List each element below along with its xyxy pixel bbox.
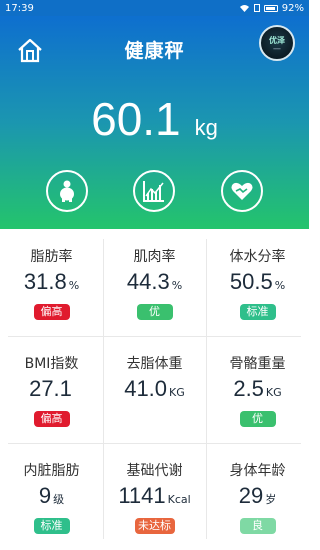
weight-unit: kg xyxy=(194,115,218,140)
chart-icon xyxy=(143,181,164,202)
metric-value: 27.1 xyxy=(29,376,72,401)
metric-label: 骨骼重量 xyxy=(229,356,286,372)
metric-value: 31.8% xyxy=(23,269,80,294)
body-shape-button[interactable] xyxy=(46,170,88,212)
metric-label: 内脏脂肪 xyxy=(23,463,80,479)
weight-header: 健康秤 优泽 ━━━━ 60.1 kg xyxy=(0,16,309,229)
weight-value: 60.1 xyxy=(91,93,181,145)
status-badge: 标准 xyxy=(239,304,276,320)
metrics-grid: 脂肪率 31.8% 偏高 肌肉率 44.3% 优 体水分率 50.5% 标准 B… xyxy=(0,229,309,550)
metric-label: 基础代谢 xyxy=(126,463,183,479)
status-bar: 17:39 92% xyxy=(0,0,309,16)
health-heart-button[interactable] xyxy=(221,170,263,212)
metric-label: 脂肪率 xyxy=(30,249,73,265)
status-badge: 标准 xyxy=(33,518,70,534)
wifi-icon xyxy=(239,4,249,12)
status-badge: 偏高 xyxy=(33,411,70,427)
metric-body-fat[interactable]: 脂肪率 31.8% 偏高 xyxy=(0,229,103,336)
status-badge: 良 xyxy=(239,518,276,534)
sim-icon xyxy=(253,4,260,12)
metric-bmi[interactable]: BMI指数 27.1 偏高 xyxy=(0,336,103,443)
metric-muscle[interactable]: 肌肉率 44.3% 优 xyxy=(103,229,206,336)
metric-bmr[interactable]: 基础代谢 1141 Kcal 未达标 xyxy=(103,443,206,550)
metric-visceral-fat[interactable]: 内脏脂肪 9级 标准 xyxy=(0,443,103,550)
metric-label: 肌肉率 xyxy=(133,249,176,265)
metric-label: 身体年龄 xyxy=(229,463,286,479)
battery-percent: 92% xyxy=(281,2,304,14)
status-icons: 92% xyxy=(239,3,304,14)
metric-body-age[interactable]: 身体年龄 29 岁 良 xyxy=(206,443,309,550)
status-badge: 优 xyxy=(136,304,173,320)
status-badge: 优 xyxy=(239,411,276,427)
metric-value: 9级 xyxy=(38,483,65,508)
trend-chart-button[interactable] xyxy=(133,170,175,212)
metric-label: 体水分率 xyxy=(229,249,286,265)
battery-icon xyxy=(263,4,278,12)
metric-value: 29 岁 xyxy=(238,483,277,508)
avatar-logo-sub: ━━━━ xyxy=(273,47,281,51)
metric-value: 50.5% xyxy=(229,269,286,294)
metric-value: 41.0 KG xyxy=(124,376,185,401)
metric-water[interactable]: 体水分率 50.5% 标准 xyxy=(206,229,309,336)
metric-label: BMI指数 xyxy=(24,356,79,372)
status-time: 17:39 xyxy=(5,2,34,14)
status-badge: 未达标 xyxy=(134,518,175,534)
metric-value: 44.3% xyxy=(126,269,183,294)
status-badge: 偏高 xyxy=(33,304,70,320)
heart-hands-icon xyxy=(231,182,253,200)
avatar[interactable]: 优泽 ━━━━ xyxy=(259,25,295,61)
metric-value: 1141 Kcal xyxy=(118,483,191,508)
avatar-logo-text: 优泽 xyxy=(269,36,285,45)
weight-display: 60.1 kg xyxy=(0,92,309,146)
metric-bone[interactable]: 骨骼重量 2.5 KG 优 xyxy=(206,336,309,443)
metric-value: 2.5 KG xyxy=(233,376,282,401)
metric-label: 去脂体重 xyxy=(126,356,183,372)
metric-lean-mass[interactable]: 去脂体重 41.0 KG xyxy=(103,336,206,443)
body-figure-icon xyxy=(60,180,74,202)
